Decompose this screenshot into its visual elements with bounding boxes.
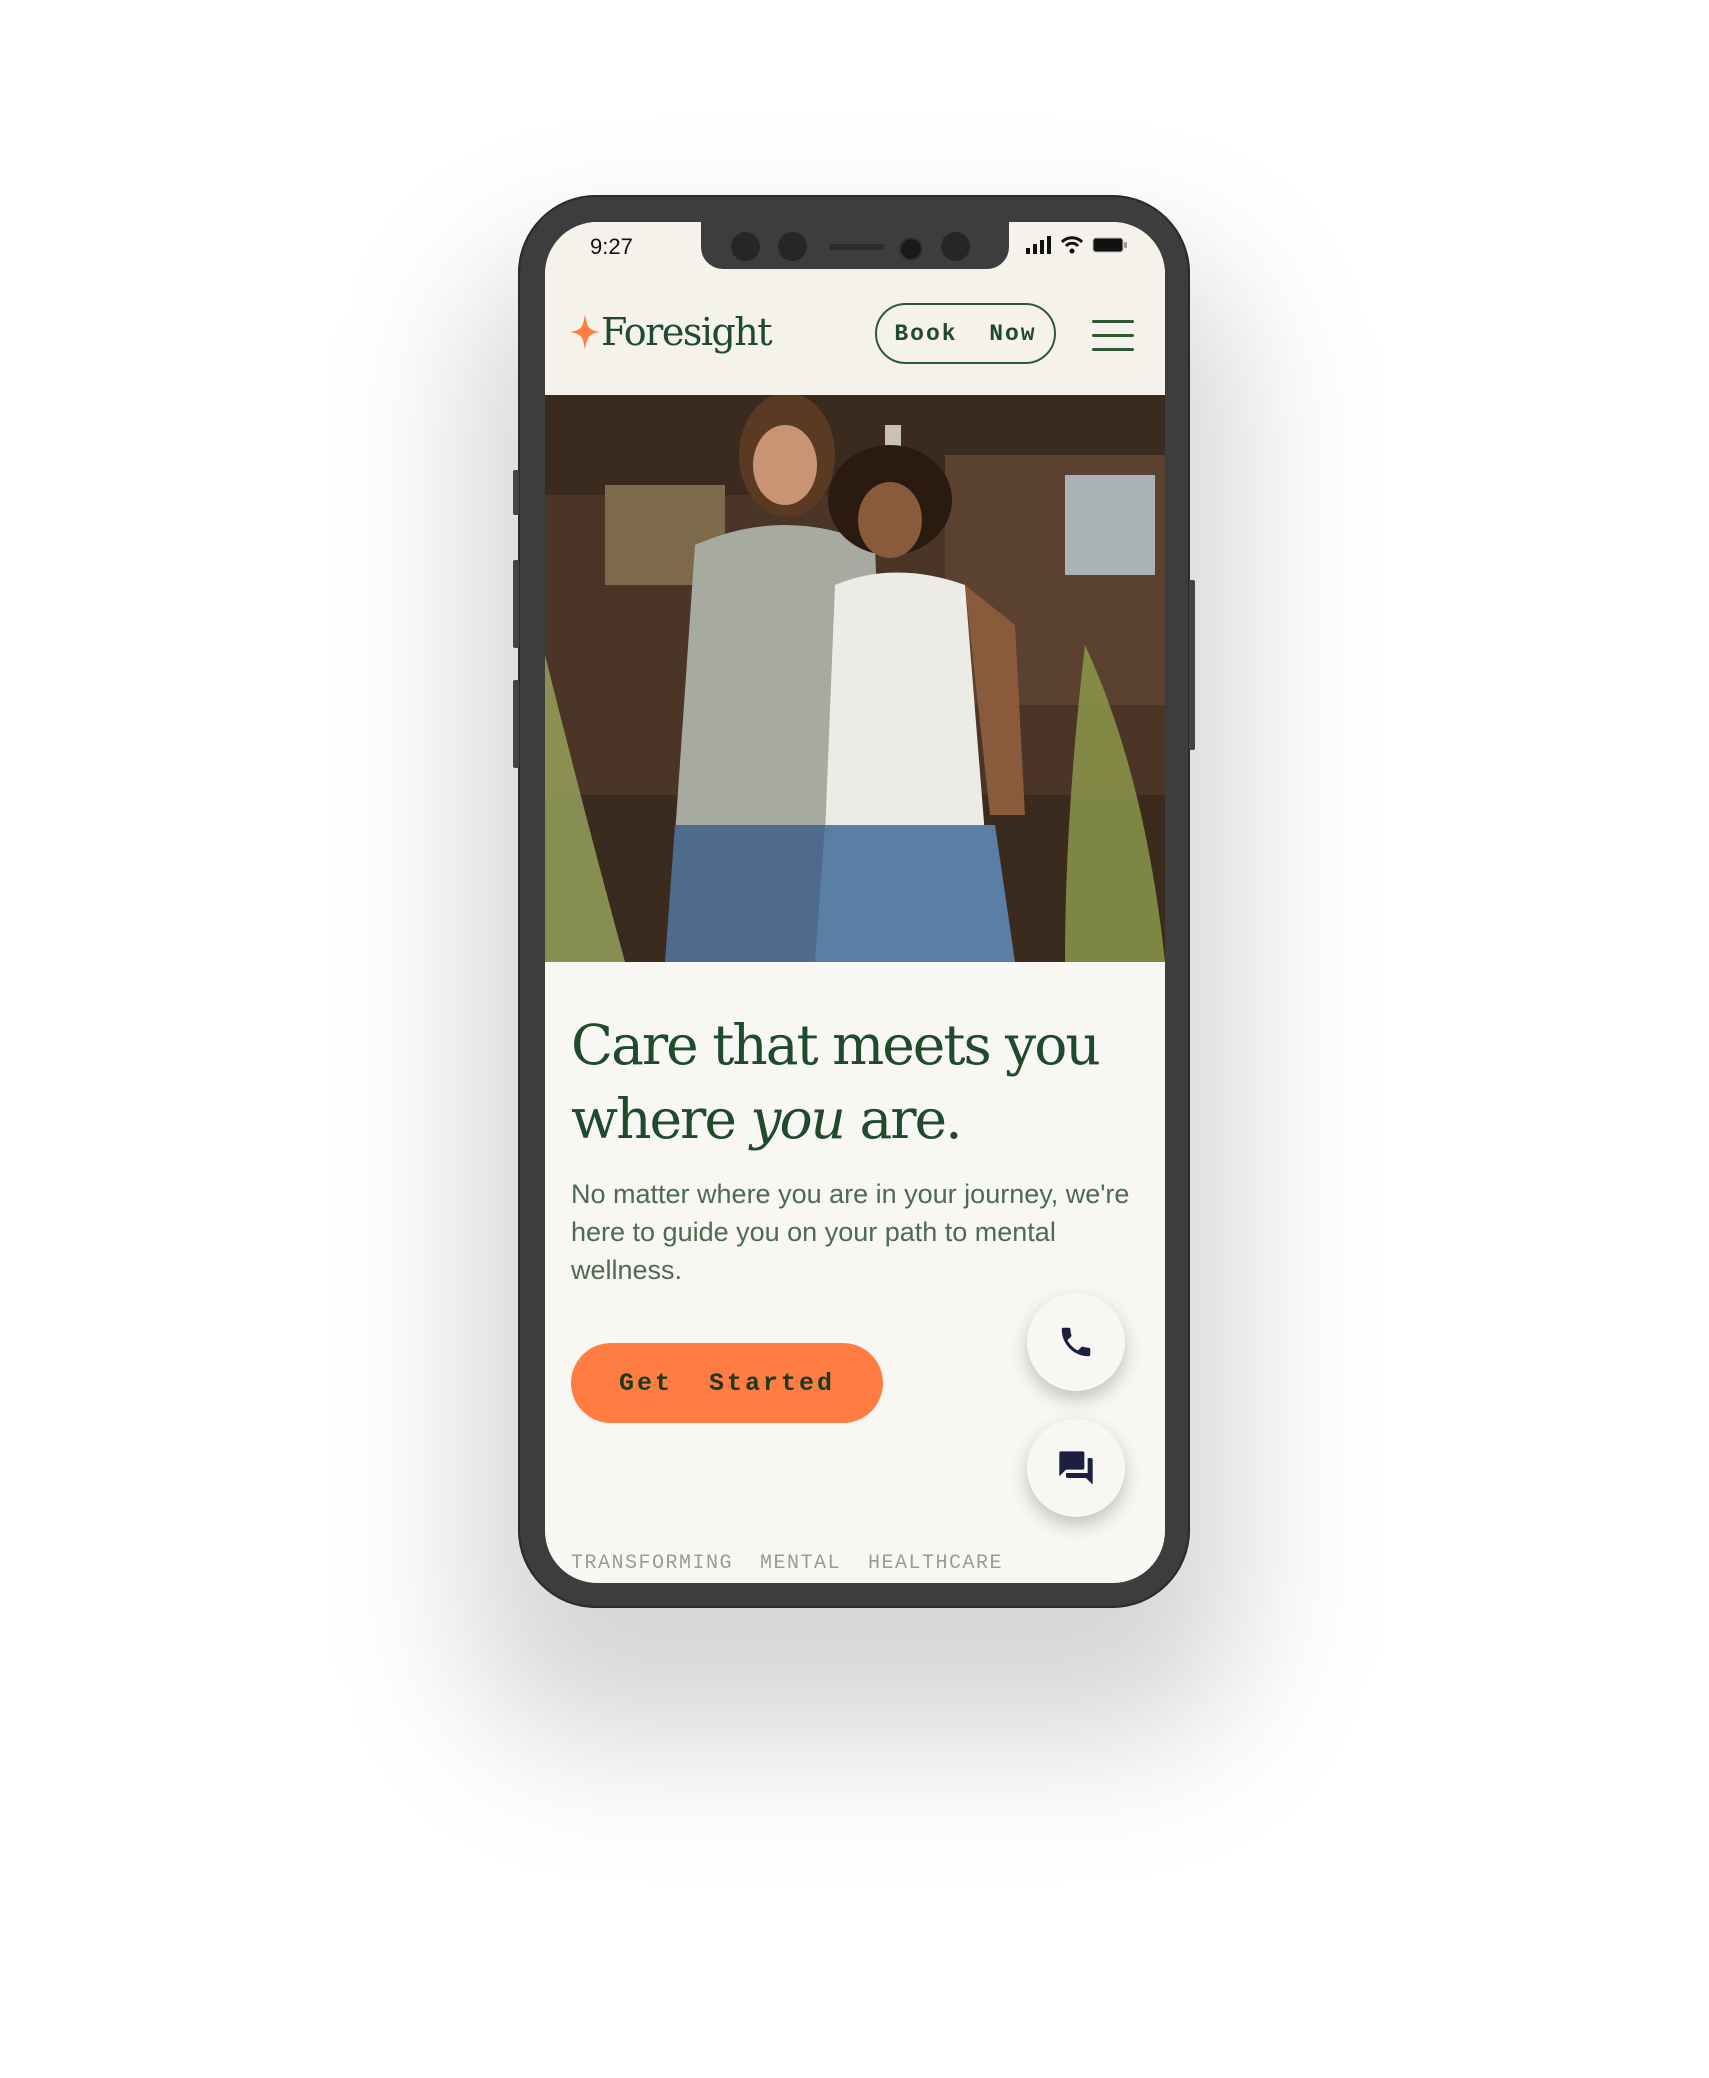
battery-icon [1092,237,1127,253]
volume-up-button [513,560,519,648]
wifi-icon [1060,236,1084,254]
hero-image [545,395,1165,962]
chat-icon [1059,1451,1093,1485]
mute-switch [513,470,519,515]
phone-screen: 9:27 Foresight Book Now Care that meets … [545,222,1165,1583]
hamburger-menu-icon[interactable] [1092,320,1134,351]
site-header: 9:27 Foresight Book Now [545,222,1165,395]
section-tagline: TRANSFORMING MENTAL HEALTHCARE [571,1552,1004,1575]
call-button[interactable] [1027,1293,1125,1391]
logo-text: Foresight [601,310,773,354]
status-icons [1026,236,1128,254]
couple-photo [545,395,1165,962]
status-time: 9:27 [590,234,633,259]
hero-description: No matter where you are in your journey,… [571,1179,1130,1285]
volume-down-button [513,680,519,768]
chat-button[interactable] [1027,1419,1125,1517]
phone-frame: 9:27 Foresight Book Now Care that meets … [513,195,1195,1608]
get-started-button[interactable]: Get Started [571,1343,883,1423]
signal-icon [1026,236,1051,254]
foresight-logo[interactable]: Foresight [569,310,773,354]
power-button [1189,580,1195,750]
hero-headline: Care that meets you where you are. [571,1008,1151,1156]
headline-line-2-end: are. [843,1087,962,1151]
headline-line-1: Care that meets you [571,1013,1101,1077]
headline-emphasis: you [750,1087,846,1151]
phone-icon [1061,1327,1091,1357]
sparkle-icon [570,314,600,350]
notch [701,222,1009,269]
book-now-button[interactable]: Book Now [875,303,1056,364]
headline-line-2-start: where [571,1087,751,1151]
